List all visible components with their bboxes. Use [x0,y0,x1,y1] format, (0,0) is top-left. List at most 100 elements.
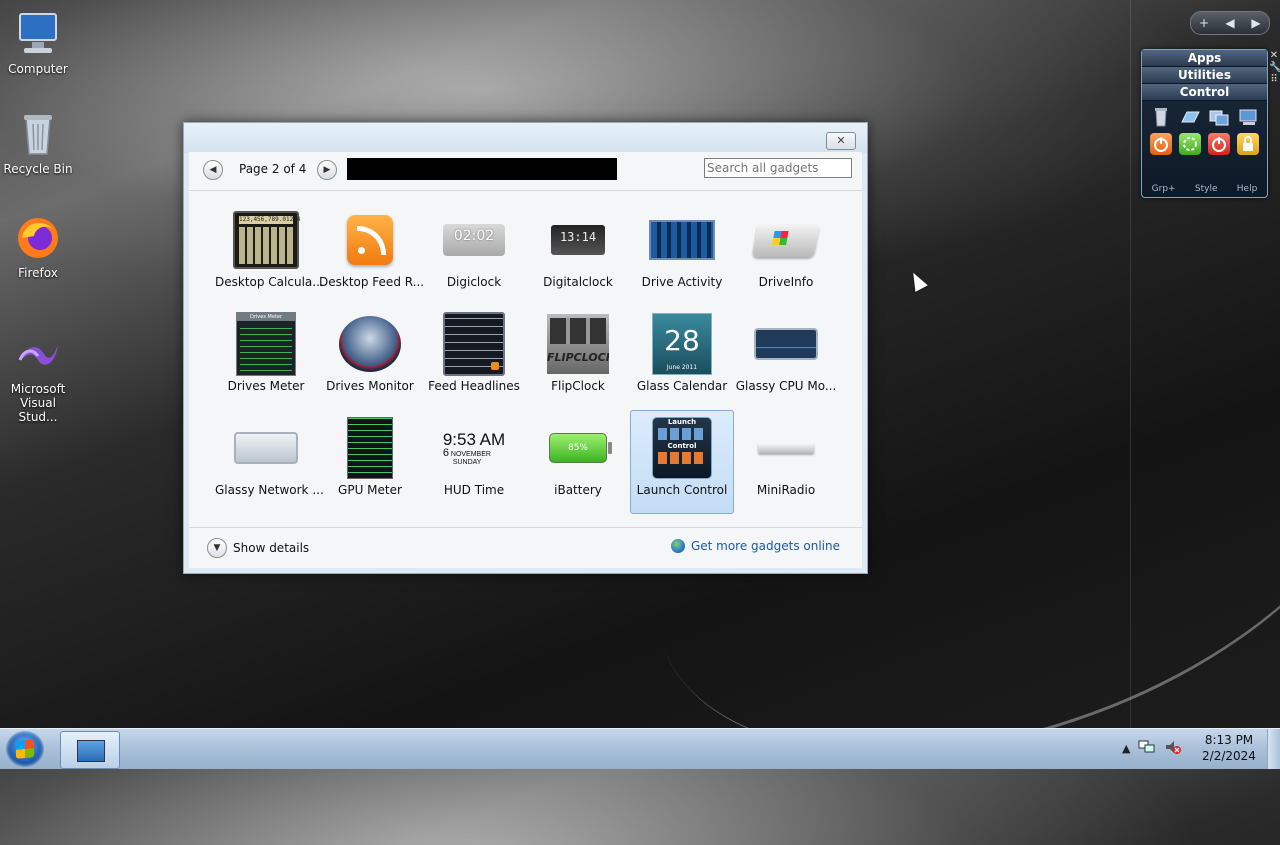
power-icon[interactable] [1149,133,1172,155]
lock-icon[interactable] [1237,133,1260,155]
network-monitor-icon [233,417,299,479]
gadget-tile[interactable]: Glassy Network ... [214,410,324,514]
mouse-cursor-icon [907,269,928,292]
feed-headlines-icon [441,312,507,376]
gadget-tile[interactable]: 85% iBattery [526,410,630,514]
gadget-name: Digitalclock [543,275,613,289]
gallery-body: ◀ Page 2 of 4 ▶ 123,456,789.01234 Deskto… [189,152,862,568]
desktop-icon-recycle-bin[interactable]: Recycle Bin [0,110,76,176]
drive-icon[interactable] [1179,106,1201,128]
gadget-gallery-window: ✕ ◀ Page 2 of 4 ▶ 123,456,789.01234 Desk… [183,122,868,574]
gadget-name: iBattery [554,483,602,497]
drag-handle-icon[interactable]: ⠿ [1269,74,1279,86]
gadget-name: Drive Activity [641,275,723,289]
gadget-tile[interactable]: 9:53 AM 6 NOVEMBER SUNDAY HUD Time [422,410,526,514]
gadget-tile[interactable]: MiniRadio [734,410,838,514]
close-icon[interactable]: ✕ [1269,50,1279,62]
launch-thumb-mid: Control [667,442,697,450]
gadget-tile[interactable]: 13:14 Digitalclock [526,202,630,306]
network-icon[interactable] [1208,106,1230,128]
prev-page-button[interactable]: ◀ [1219,16,1241,30]
gadget-tile-selected[interactable]: Launch Control Launch Control [630,410,734,514]
battery-level: 85% [567,443,588,453]
gadget-tile[interactable]: GPU Meter [318,410,422,514]
globe-icon [670,539,685,553]
gadget-name: MiniRadio [756,483,816,497]
gadget-tile[interactable]: 123,456,789.01234 Desktop Calcula... [214,202,324,306]
windows-logo-icon [16,739,34,759]
next-page-button[interactable]: ▶ [317,160,337,180]
previous-page-button[interactable]: ◀ [203,160,223,180]
hard-drive-icon [752,209,820,271]
rss-feed-icon [337,209,403,271]
gadget-grid: 123,456,789.01234 Desktop Calcula... Des… [214,202,844,514]
calendar-day: 28 [664,324,700,357]
gadget-tile[interactable]: Drives Meter Drives Meter [214,306,318,410]
computer-icon[interactable] [1237,106,1259,128]
gadget-tile[interactable]: Feed Headlines [422,306,526,410]
desktop-icon-label: Computer [8,62,68,76]
window-titlebar[interactable]: ✕ [184,123,867,153]
gadget-tile[interactable]: 28 June 2011 Glass Calendar [630,306,734,410]
visual-studio-icon [14,330,62,378]
tab-control[interactable]: Control [1142,84,1267,101]
tab-apps[interactable]: Apps [1142,50,1267,67]
tab-utilities[interactable]: Utilities [1142,67,1267,84]
page-indicator: Page 2 of 4 [239,162,307,176]
desktop-icon-firefox[interactable]: Firefox [0,214,76,280]
restart-icon[interactable] [1178,133,1201,155]
taskbar: ▲ 8:13 PM 2/2/2024 [0,728,1280,769]
cpu-monitor-icon [753,313,819,375]
style-button[interactable]: Style [1195,184,1218,194]
gadget-name: Desktop Feed R... [319,275,425,289]
taskbar-app-gadgets[interactable] [60,731,120,769]
network-icon[interactable] [1138,739,1156,758]
help-button[interactable]: Help [1237,184,1258,194]
redacted-bar [347,158,617,180]
radio-icon [753,417,819,479]
battery-icon: 85% [545,417,612,479]
clock-time: 8:13 PM [1204,733,1254,747]
next-page-button[interactable]: ▶ [1245,16,1267,30]
desktop-icon-computer[interactable]: Computer [0,10,76,76]
tray-expand-icon[interactable]: ▲ [1122,742,1130,755]
taskbar-clock[interactable]: 8:13 PM 2/2/2024 [1196,732,1262,764]
show-details-toggle[interactable]: ▼ Show details [207,538,309,558]
close-button[interactable]: ✕ [826,132,856,150]
search-input[interactable] [704,158,852,178]
gadget-tile[interactable]: Drives Monitor [318,306,422,410]
desktop-icon-visual-studio[interactable]: Microsoft Visual Stud... [0,330,76,424]
flipclock-badge: FLIPCLOCK 1.0 [547,351,609,364]
gadget-tile[interactable]: Drive Activity [630,202,734,306]
start-button[interactable] [6,731,44,767]
group-button[interactable]: Grp+ [1152,184,1176,194]
show-details-label: Show details [233,541,310,555]
volume-muted-icon[interactable] [1164,739,1182,758]
add-gadget-button[interactable]: + [1193,16,1215,30]
system-tray: ▲ [1122,739,1182,758]
gadget-tile[interactable]: Desktop Feed R... [318,202,425,306]
desktop-icon-label: Recycle Bin [3,162,73,176]
drive-activity-icon [649,209,715,271]
wrench-icon[interactable]: 🔧 [1269,62,1280,74]
chevron-down-icon: ▼ [207,538,227,558]
launch-control-icon: Launch Control [649,417,715,479]
gadgets-app-icon [77,740,105,762]
get-more-gadgets-link[interactable]: Get more gadgets online [670,539,840,553]
shutdown-icon[interactable] [1208,133,1231,155]
calendar-icon: 28 June 2011 [649,313,715,375]
show-desktop-button[interactable] [1267,729,1280,769]
gadget-tile[interactable]: FLIPCLOCK 1.0 FlipClock [526,306,630,410]
gadget-name: Glassy Network ... [215,483,324,497]
launch-control-gadget[interactable]: Apps Utilities Control Grp+ Style Help [1141,49,1268,198]
gadget-name: Feed Headlines [428,379,520,393]
recycle-bin-icon[interactable] [1150,106,1172,128]
digital-clock-dark-icon: 13:14 [545,209,611,271]
hud-time: 9:53 AM [442,429,506,449]
gadget-tile[interactable]: Glassy CPU Mo... [734,306,838,410]
hud-date-number: 6 [442,446,449,459]
sidebar-divider [1130,0,1131,728]
gadget-tile[interactable]: DriveInfo [734,202,838,306]
gadget-name: Glassy CPU Mo... [735,379,837,393]
gadget-tile[interactable]: 02:02 Digiclock [422,202,526,306]
